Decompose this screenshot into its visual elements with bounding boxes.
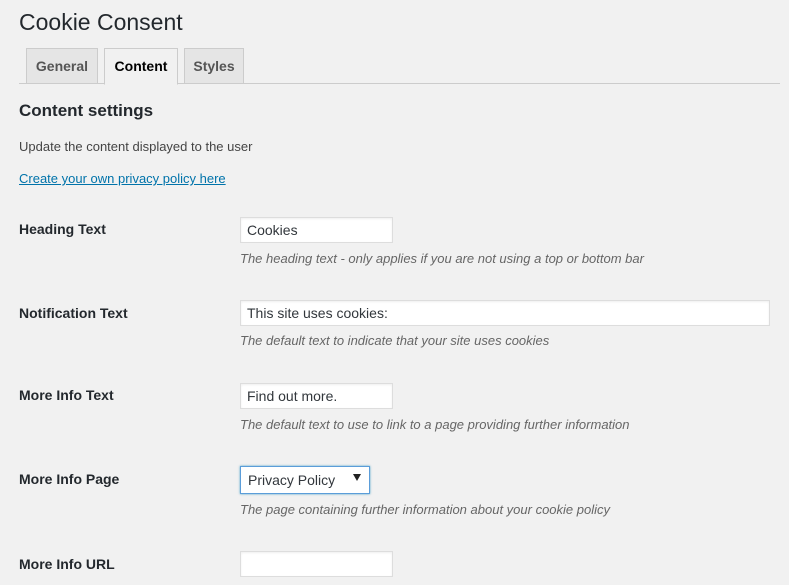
tab-general[interactable]: General: [26, 48, 98, 84]
more-info-page-select[interactable]: Privacy Policy: [240, 466, 370, 494]
more-info-text-description: The default text to use to link to a pag…: [240, 417, 630, 432]
notification-text-description: The default text to indicate that your s…: [240, 333, 550, 348]
settings-tabs: General Content Styles: [0, 48, 780, 85]
section-description: Update the content displayed to the user: [19, 139, 253, 154]
privacy-policy-link[interactable]: Create your own privacy policy here: [19, 170, 226, 188]
notification-text-label: Notification Text: [19, 305, 128, 321]
heading-text-input[interactable]: [240, 217, 393, 243]
more-info-page-description: The page containing further information …: [240, 502, 610, 517]
tab-content[interactable]: Content: [104, 48, 178, 85]
notification-text-input[interactable]: [240, 300, 770, 326]
more-info-page-label: More Info Page: [19, 471, 120, 487]
heading-text-description: The heading text - only applies if you a…: [240, 251, 644, 266]
more-info-url-label: More Info URL: [19, 556, 115, 572]
more-info-text-input[interactable]: [240, 383, 393, 409]
more-info-page-selected-value: Privacy Policy: [248, 472, 336, 488]
tab-styles[interactable]: Styles: [184, 48, 244, 84]
section-title: Content settings: [19, 101, 154, 120]
more-info-url-input[interactable]: [240, 551, 393, 577]
dropdown-arrow-icon: [353, 474, 361, 481]
page-title: Cookie Consent: [19, 9, 183, 35]
more-info-text-label: More Info Text: [19, 387, 114, 403]
heading-text-label: Heading Text: [19, 221, 106, 237]
